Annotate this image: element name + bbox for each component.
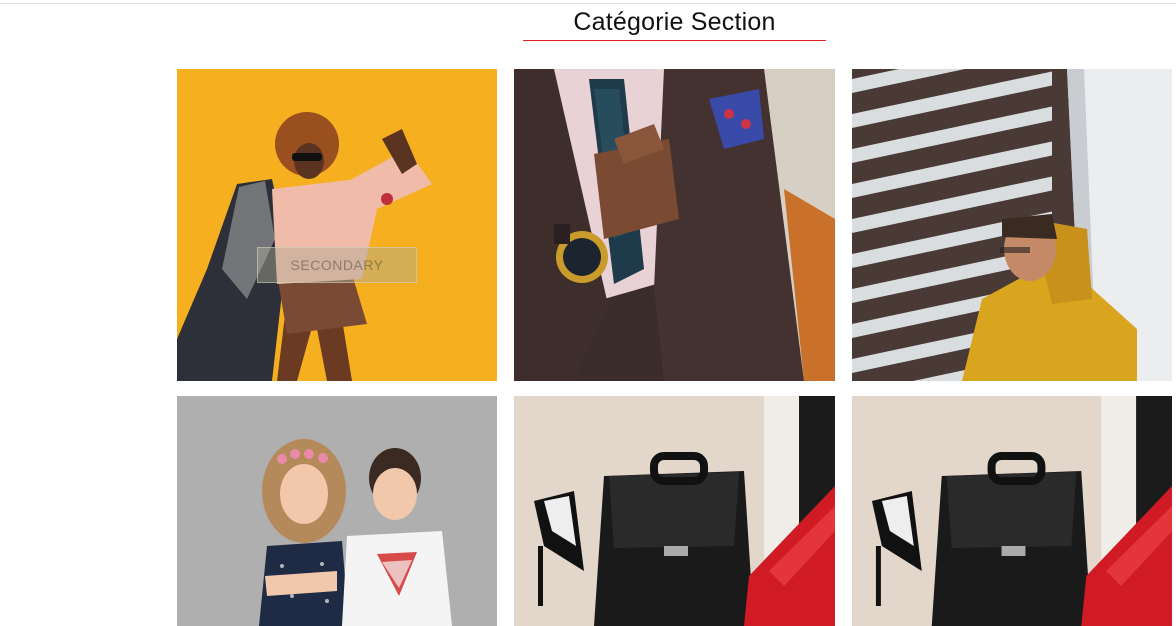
category-tile-kids[interactable] — [177, 396, 497, 626]
suit-image — [514, 69, 835, 381]
handbag-image — [514, 396, 835, 626]
handbag-image — [852, 396, 1172, 626]
category-tile-hoodie[interactable] — [852, 69, 1172, 381]
section-title: Catégorie Section — [573, 8, 776, 36]
woman-image — [177, 69, 497, 381]
category-tile-woman[interactable]: SECONDARY — [177, 69, 497, 381]
category-tile-suit[interactable] — [514, 69, 835, 381]
top-divider — [0, 3, 1176, 4]
category-tile-handbag[interactable] — [514, 396, 835, 626]
hoodie-image — [852, 69, 1172, 381]
title-underline — [523, 40, 826, 41]
secondary-button[interactable]: SECONDARY — [257, 247, 417, 283]
category-tile-handbag-2[interactable] — [852, 396, 1172, 626]
kids-image — [177, 396, 497, 626]
